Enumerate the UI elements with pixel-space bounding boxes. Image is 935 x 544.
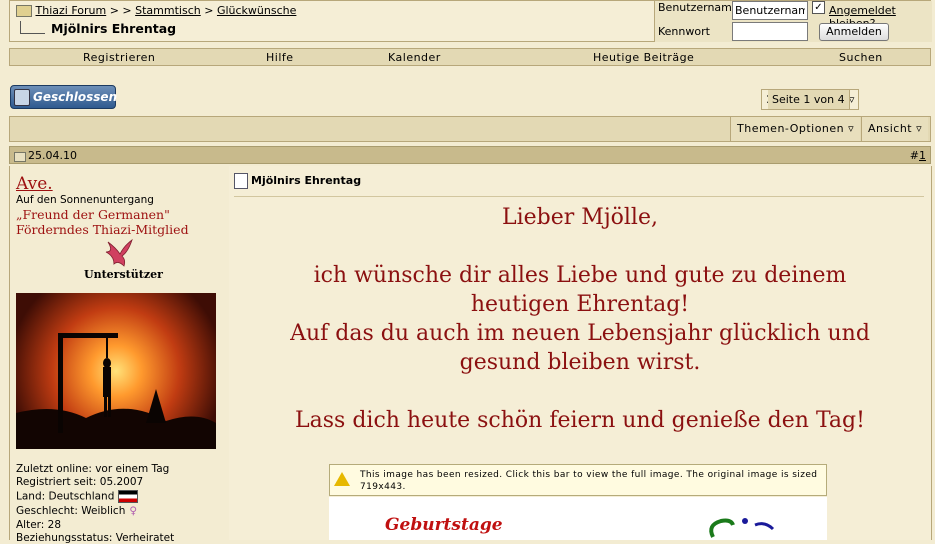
post-line-greeting: Lieber Mjölle, bbox=[502, 205, 658, 230]
pagination: Seite 1 von 4 1 2 3 4 > ▿ bbox=[761, 89, 860, 110]
lock-icon bbox=[14, 89, 30, 106]
post-image-caption: Geburtstage bbox=[385, 515, 503, 535]
user-age: Alter: 28 bbox=[16, 519, 62, 531]
thread-toolbar: Themen-Optionen ▿ Ansicht ▿ bbox=[9, 116, 931, 142]
post-permalink[interactable]: 1 bbox=[919, 149, 926, 162]
page-title: Mjölnirs Ehrentag bbox=[20, 21, 176, 36]
nav-todays-posts[interactable]: Heutige Beiträge bbox=[593, 51, 694, 64]
post-number-prefix: # bbox=[909, 149, 919, 162]
post-line-wish-4: gesund bleiben wirst. bbox=[459, 350, 701, 375]
user-panel: Ave. Auf den Sonnenuntergang „Freund der… bbox=[9, 166, 230, 544]
post-line-wish-3: Auf das du auch im neuen Lebensjahr glüc… bbox=[290, 321, 870, 346]
user-rank-member: Förderndes Thiazi-Mitglied bbox=[16, 222, 189, 237]
page-info: Seite 1 von 4 bbox=[768, 90, 850, 109]
breadcrumb-stammtisch-link[interactable]: Stammtisch bbox=[135, 4, 201, 17]
breadcrumb-glueckwuensche-link[interactable]: Glückwünsche bbox=[217, 4, 296, 17]
user-relationship: Beziehungsstatus: Verheiratet bbox=[16, 532, 175, 544]
post-number: #1 bbox=[910, 149, 926, 162]
user-gender: Geschlecht: Weiblich ♀ bbox=[16, 505, 137, 517]
user-country-text: Land: Deutschland bbox=[16, 490, 115, 503]
user-avatar bbox=[16, 293, 216, 449]
thread-closed-button[interactable]: Geschlossen bbox=[10, 85, 118, 109]
decoration-swirl-icon bbox=[709, 518, 775, 538]
user-last-online: Zuletzt online: vor einem Tag bbox=[16, 463, 170, 475]
login-form: Benutzername ✓ Angemeldet bleiben? Kennw… bbox=[654, 1, 932, 42]
post-image[interactable]: Geburtstage bbox=[329, 497, 827, 540]
nav-help[interactable]: Hilfe bbox=[266, 51, 294, 64]
post-header: 25.04.10 #1 bbox=[9, 146, 931, 164]
post-line-wish-1: ich wünsche dir alles Liebe und gute zu … bbox=[313, 263, 847, 288]
folder-icon bbox=[16, 5, 32, 17]
nav-calendar[interactable]: Kalender bbox=[388, 51, 441, 64]
user-gender-text: Geschlecht: Weiblich bbox=[16, 505, 126, 517]
post-date: 25.04.10 bbox=[28, 149, 77, 162]
breadcrumb-forum-link[interactable]: Thiazi Forum bbox=[36, 4, 107, 17]
user-country: Land: Deutschland bbox=[16, 490, 139, 503]
image-resized-text: This image has been resized. Click this … bbox=[360, 470, 818, 492]
user-rank-friend: „Freund der Germanen" bbox=[16, 207, 170, 222]
main-nav: Registrieren Hilfe Kalender Heutige Beit… bbox=[9, 48, 931, 66]
post-title: Mjölnirs Ehrentag bbox=[251, 174, 362, 187]
remember-checkbox[interactable]: ✓ bbox=[812, 1, 825, 14]
supporter-angel-icon bbox=[105, 238, 133, 267]
login-button[interactable]: Anmelden bbox=[819, 23, 889, 41]
user-registered: Registriert seit: 05.2007 bbox=[16, 476, 144, 488]
page-title-text: Mjölnirs Ehrentag bbox=[51, 21, 177, 36]
breadcrumb: Thiazi Forum > > Stammtisch > Glückwünsc… bbox=[16, 4, 296, 17]
password-label: Kennwort bbox=[658, 25, 710, 38]
post-line-wish-2: heutigen Ehrentag! bbox=[470, 292, 690, 317]
post-document-icon bbox=[234, 173, 248, 189]
breadcrumb-separator: > > bbox=[109, 4, 132, 17]
warning-icon bbox=[334, 472, 350, 486]
user-title: Auf den Sonnenuntergang bbox=[16, 194, 154, 206]
username-input[interactable] bbox=[732, 1, 808, 20]
female-icon: ♀ bbox=[129, 505, 138, 517]
thread-tree-icon bbox=[20, 21, 45, 34]
post-content: Mjölnirs Ehrentag Lieber Mjölle, ich wün… bbox=[229, 166, 932, 540]
gallows-sunset-image bbox=[16, 333, 216, 449]
breadcrumb-separator: > bbox=[204, 4, 214, 17]
post-status-icon bbox=[14, 152, 26, 162]
view-menu[interactable]: Ansicht ▿ bbox=[861, 117, 929, 141]
nav-register[interactable]: Registrieren bbox=[83, 51, 155, 64]
nav-search[interactable]: Suchen bbox=[839, 51, 883, 64]
image-resized-bar[interactable]: This image has been resized. Click this … bbox=[329, 464, 827, 496]
header: Thiazi Forum > > Stammtisch > Glückwünsc… bbox=[9, 0, 932, 42]
username-link[interactable]: Ave. bbox=[16, 174, 53, 194]
post-line-closing: Lass dich heute schön feiern und genieße… bbox=[295, 408, 865, 433]
german-flag-icon bbox=[118, 490, 139, 503]
post-divider bbox=[234, 196, 924, 197]
username-label: Benutzername bbox=[658, 1, 739, 14]
thread-options-menu[interactable]: Themen-Optionen ▿ bbox=[730, 117, 861, 141]
supporter-badge: Unterstützer bbox=[84, 268, 163, 281]
password-input[interactable] bbox=[732, 22, 808, 41]
thread-closed-label: Geschlossen bbox=[33, 90, 118, 104]
